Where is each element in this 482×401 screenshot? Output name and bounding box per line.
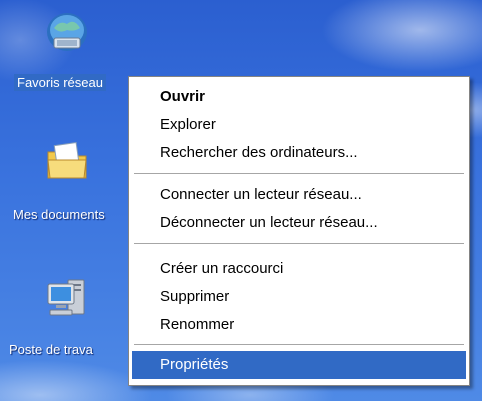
menu-item-properties[interactable]: Propriétés [132,351,466,379]
my-documents-icon [44,138,90,184]
menu-item-delete[interactable]: Supprimer [132,283,466,311]
menu-item-open[interactable]: Ouvrir [132,83,466,111]
network-places-icon [44,8,90,54]
menu-item-map-network-drive[interactable]: Connecter un lecteur réseau... [132,181,466,209]
desktop-background[interactable]: Favoris réseau Mes documents Poste de tr… [0,0,482,401]
desktop-icon-label: Mes documents [13,207,105,222]
desktop-icon-my-documents[interactable]: Mes documents [0,135,130,225]
menu-item-search-computers[interactable]: Rechercher des ordinateurs... [132,139,466,167]
menu-item-explore[interactable]: Explorer [132,111,466,139]
menu-separator [134,344,464,345]
desktop-icon-my-computer[interactable]: Poste de trava [0,270,130,360]
my-computer-icon [44,274,90,320]
menu-item-disconnect-network-drive[interactable]: Déconnecter un lecteur réseau... [132,209,466,237]
menu-item-rename[interactable]: Renommer [132,311,466,339]
menu-separator [134,173,464,174]
desktop-icon-label: Poste de trava [9,342,93,357]
menu-separator [134,243,464,244]
desktop-icon-network-places[interactable]: Favoris réseau [0,6,130,96]
desktop-icon-label: Favoris réseau [14,74,106,91]
menu-item-create-shortcut[interactable]: Créer un raccourci [132,255,466,283]
context-menu: Ouvrir Explorer Rechercher des ordinateu… [128,76,470,386]
